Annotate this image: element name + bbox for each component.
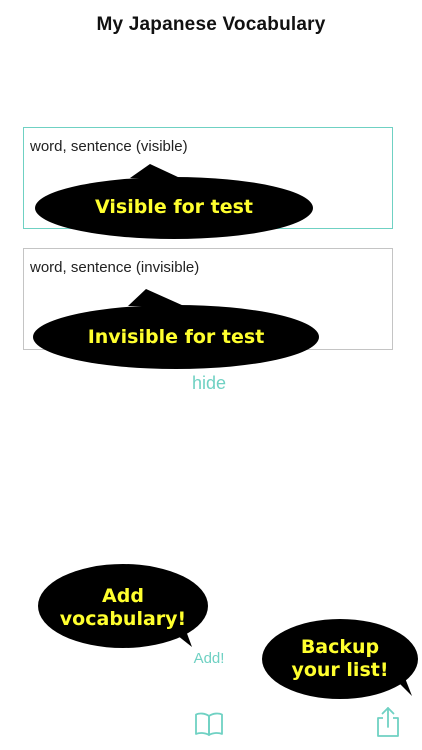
callout-add-line2: vocabulary! [59,608,187,631]
share-icon[interactable] [373,706,403,738]
callout-invisible-text: Invisible for test [87,326,265,348]
callout-backup-text: Backup your list! [262,636,418,682]
book-icon[interactable] [194,710,224,738]
add-button[interactable]: Add! [186,650,232,667]
callout-backup-line2: your list! [291,659,389,682]
page-title: My Japanese Vocabulary [96,14,326,35]
visible-field-placeholder: word, sentence (visible) [30,138,188,155]
invisible-field-placeholder: word, sentence (invisible) [30,259,200,276]
hide-button[interactable]: hide [186,373,232,394]
callout-add-line1: Add [102,585,144,607]
callout-backup-line1: Backup [300,636,380,658]
callout-add-text: Add vocabulary! [38,585,208,631]
callout-visible-text: Visible for test [95,196,253,218]
